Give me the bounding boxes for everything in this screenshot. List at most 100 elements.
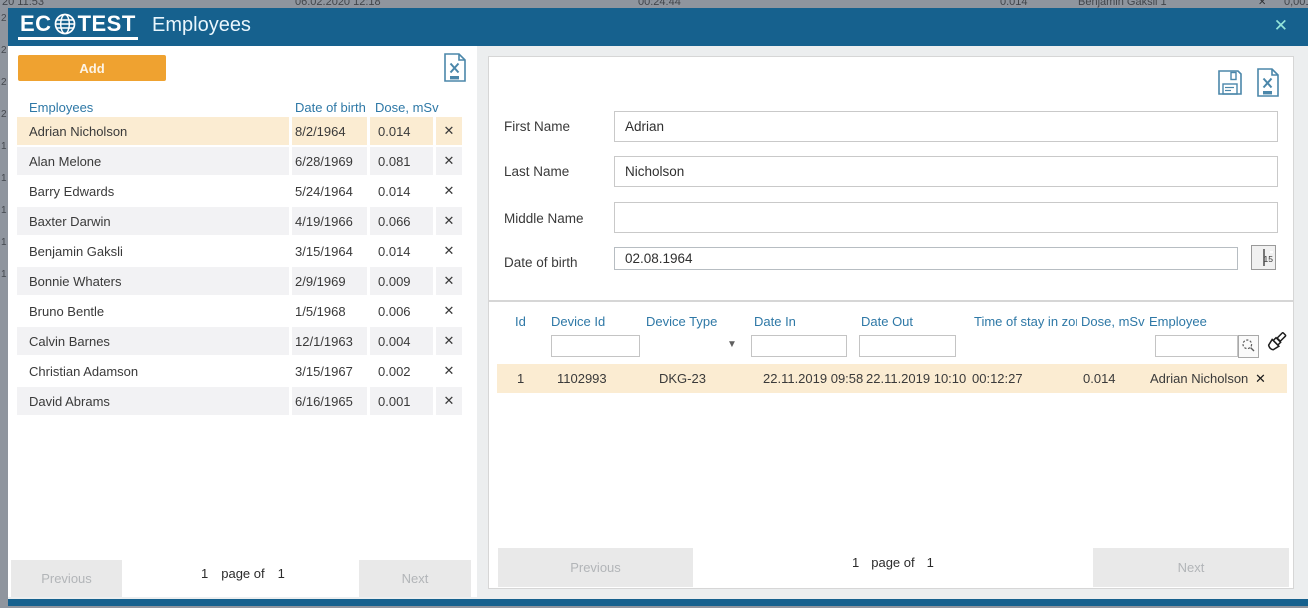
employee-filter-input[interactable]	[1155, 335, 1238, 357]
close-icon[interactable]: ✕	[1274, 16, 1288, 36]
employee-row[interactable]: Benjamin Gaksli 3/15/1964 0.014 ✕	[8, 236, 477, 266]
employee-dob: 1/5/1968	[292, 297, 367, 325]
employee-row[interactable]: Barry Edwards 5/24/1964 0.014 ✕	[8, 176, 477, 206]
page-total: 1	[278, 566, 285, 581]
employee-dob: 6/28/1969	[292, 147, 367, 175]
device-id-filter-input[interactable]	[551, 335, 640, 357]
cell-date-in: 22.11.2019 09:58	[763, 364, 863, 393]
excel-icon	[442, 53, 467, 82]
cell-time-of-stay: 00:12:27	[972, 364, 1023, 393]
delete-employee-icon[interactable]: ✕	[436, 267, 462, 295]
bg-cell: Benjamin Gaksli 1	[1078, 0, 1167, 8]
delete-employee-icon[interactable]: ✕	[436, 147, 462, 175]
delete-employee-icon[interactable]: ✕	[436, 207, 462, 235]
bg-cell: 0,001	[1284, 0, 1308, 8]
list-column-employees[interactable]: Employees	[29, 100, 93, 115]
column-time-of-stay[interactable]: Time of stay in zor	[974, 314, 1077, 329]
employee-row[interactable]: Alan Melone 6/28/1969 0.081 ✕	[8, 146, 477, 176]
cell-dose: 0.014	[1083, 364, 1116, 393]
cell-date-out: 22.11.2019 10:10	[866, 364, 966, 393]
bg-cell: 0.014	[1000, 0, 1028, 8]
employee-dose: 0.014	[370, 117, 433, 145]
save-button[interactable]	[1217, 69, 1243, 99]
employee-name: Christian Adamson	[17, 357, 289, 385]
calendar-icon: 15	[1263, 249, 1265, 266]
globe-icon	[53, 12, 77, 36]
delete-employee-icon[interactable]: ✕	[436, 327, 462, 355]
date-in-filter-input[interactable]	[751, 335, 847, 357]
delete-employee-icon[interactable]: ✕	[436, 357, 462, 385]
middle-name-field[interactable]	[614, 202, 1278, 233]
date-out-filter-input[interactable]	[859, 335, 956, 357]
employee-name: Bruno Bentle	[17, 297, 289, 325]
bg-cell: 1	[1, 237, 7, 248]
employee-name: Adrian Nicholson	[17, 117, 289, 145]
device-usage-row[interactable]: 1 1102993 DKG-23 22.11.2019 09:58 22.11.…	[497, 364, 1287, 393]
employee-row[interactable]: Calvin Barnes 12/1/1963 0.004 ✕	[8, 326, 477, 356]
employee-row[interactable]: Bruno Bentle 1/5/1968 0.006 ✕	[8, 296, 477, 326]
employee-dose: 0.004	[370, 327, 433, 355]
bg-cell: 2	[1, 77, 7, 88]
employee-row[interactable]: Adrian Nicholson 8/2/1964 0.014 ✕	[8, 116, 477, 146]
next-page-button[interactable]: Next	[359, 560, 471, 597]
column-date-in[interactable]: Date In	[754, 314, 796, 329]
column-dose[interactable]: Dose, mSv	[1081, 314, 1145, 329]
employees-list-panel: Add Employees Date of birth Dose, mSv Ad…	[8, 46, 477, 597]
employee-dose: 0.002	[370, 357, 433, 385]
next-page-button[interactable]: Next	[1093, 548, 1289, 587]
bg-cell: 20 11:53	[2, 0, 44, 8]
cell-id: 1	[517, 364, 524, 393]
bg-cell: 1	[1, 173, 7, 184]
logo-text-right: TEST	[78, 12, 136, 36]
list-column-date-of-birth[interactable]: Date of birth	[295, 100, 366, 115]
employee-row[interactable]: Christian Adamson 3/15/1967 0.002 ✕	[8, 356, 477, 386]
column-id[interactable]: Id	[515, 314, 526, 329]
employee-dob: 3/15/1964	[292, 237, 367, 265]
export-excel-button[interactable]	[1255, 68, 1280, 100]
column-date-out[interactable]: Date Out	[861, 314, 913, 329]
save-icon	[1217, 69, 1243, 96]
employee-row[interactable]: Baxter Darwin 4/19/1966 0.066 ✕	[8, 206, 477, 236]
list-column-dose[interactable]: Dose, mSv	[375, 100, 439, 115]
delete-employee-icon[interactable]: ✕	[436, 297, 462, 325]
last-name-field[interactable]	[614, 156, 1278, 187]
column-device-type[interactable]: Device Type	[646, 314, 717, 329]
previous-page-button[interactable]: Previous	[498, 548, 693, 587]
delete-employee-icon[interactable]: ✕	[436, 387, 462, 415]
page-of-label: page of	[221, 566, 264, 581]
device-type-dropdown-icon[interactable]: ▼	[727, 339, 737, 350]
date-of-birth-field[interactable]	[614, 247, 1238, 270]
delete-employee-icon[interactable]: ✕	[436, 177, 462, 205]
add-employee-button[interactable]: Add	[18, 55, 166, 81]
employee-dob: 8/2/1964	[292, 117, 367, 145]
delete-employee-icon[interactable]: ✕	[436, 237, 462, 265]
employee-dose: 0.001	[370, 387, 433, 415]
employee-row[interactable]: Bonnie Whaters 2/9/1969 0.009 ✕	[8, 266, 477, 296]
middle-name-label: Middle Name	[504, 211, 584, 226]
cell-employee: Adrian Nicholson	[1150, 364, 1248, 393]
clear-filters-button[interactable]	[1261, 329, 1289, 360]
bg-cell: 2	[1, 45, 7, 56]
screen: 20 11:53 06.02.2020 12:18 00:24:44 0.014…	[0, 0, 1308, 608]
bg-cell: 1	[1, 205, 7, 216]
column-employee[interactable]: Employee	[1149, 314, 1207, 329]
delete-employee-icon[interactable]: ✕	[436, 117, 462, 145]
bg-cell: 1	[1, 141, 7, 152]
employee-select-button[interactable]	[1238, 335, 1259, 358]
employee-name: Bonnie Whaters	[17, 267, 289, 295]
export-excel-button[interactable]	[442, 53, 467, 85]
last-name-label: Last Name	[504, 164, 569, 179]
first-name-field[interactable]	[614, 111, 1278, 142]
employee-dob: 4/19/1966	[292, 207, 367, 235]
column-device-id[interactable]: Device Id	[551, 314, 605, 329]
employee-dose: 0.014	[370, 237, 433, 265]
previous-page-button[interactable]: Previous	[11, 560, 122, 597]
employees-window: EC TEST Employees ✕ Add	[8, 8, 1308, 606]
delete-record-icon[interactable]: ✕	[1255, 364, 1266, 393]
page-number: 1	[852, 555, 859, 570]
employees-list: Adrian Nicholson 8/2/1964 0.014 ✕ Alan M…	[8, 116, 477, 416]
selector-icon	[1241, 338, 1256, 353]
employee-row[interactable]: David Abrams 6/16/1965 0.001 ✕	[8, 386, 477, 416]
calendar-button[interactable]: 15	[1251, 245, 1276, 270]
employee-name: Calvin Barnes	[17, 327, 289, 355]
